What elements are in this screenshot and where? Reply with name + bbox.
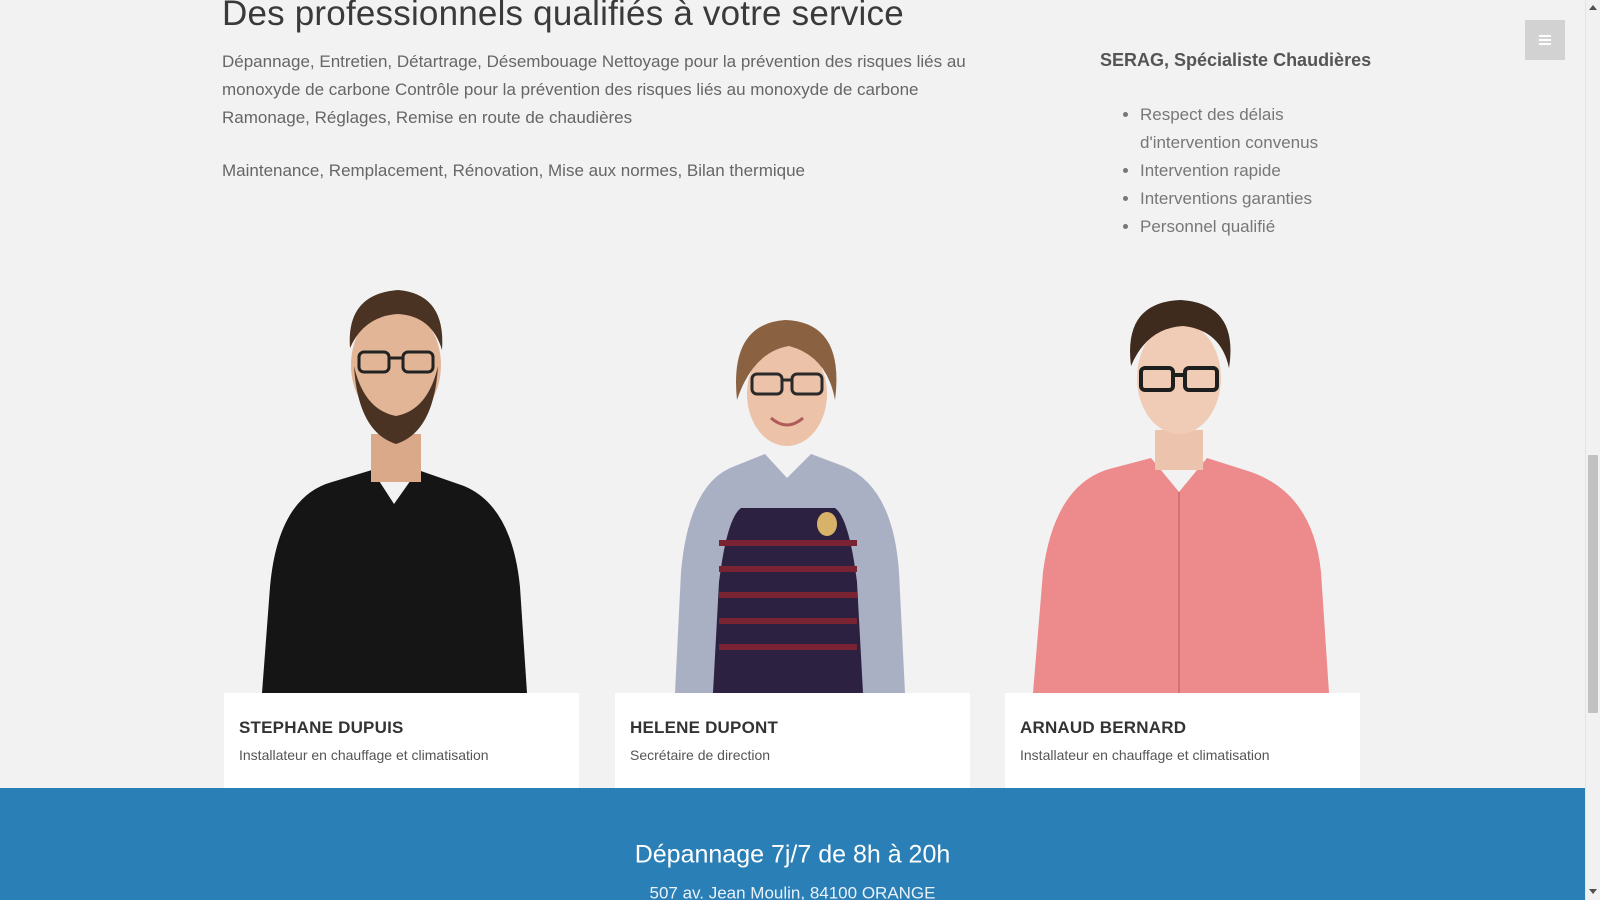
portrait-image <box>262 290 527 693</box>
brooch-shape <box>817 512 837 536</box>
team-card-info: STEPHANE DUPUIS Installateur en chauffag… <box>224 693 579 788</box>
team-member-name: ARNAUD BERNARD <box>1020 718 1187 737</box>
neck-shape <box>1155 430 1203 470</box>
shirt-shape <box>262 470 527 693</box>
page: Des professionnels qualifiés à votre ser… <box>0 0 1600 900</box>
team-member-name: HELENE DUPONT <box>630 718 779 737</box>
portrait-image <box>1033 300 1329 693</box>
team-card-info: ARNAUD BERNARD Installateur en chauffage… <box>1005 693 1360 788</box>
dress-shape <box>713 508 863 693</box>
aside-title: SERAG, Spécialiste Chaudières <box>1100 50 1372 70</box>
shirt-shape <box>1033 458 1329 693</box>
section-title: Des professionnels qualifiés à votre ser… <box>222 0 904 33</box>
footer-title: Dépannage 7j/7 de 8h à 20h <box>634 840 951 869</box>
team-card: HELENE DUPONT Secrétaire de direction <box>613 282 970 788</box>
menu-button[interactable] <box>1525 20 1565 60</box>
team-member-role: Secrétaire de direction <box>630 747 771 763</box>
footer-address: 507 av. Jean Moulin, 84100 ORANGE <box>649 883 936 900</box>
team-photo <box>1003 282 1360 693</box>
scroll-down-arrow-icon[interactable] <box>1589 889 1597 894</box>
scrollbar-thumb[interactable] <box>1588 455 1598 713</box>
team-card-info: HELENE DUPONT Secrétaire de direction <box>615 693 970 788</box>
hamburger-icon <box>1539 35 1551 45</box>
portrait-image <box>675 320 905 693</box>
team-card: STEPHANE DUPUIS Installateur en chauffag… <box>222 282 579 788</box>
feature-item: Intervention rapide <box>1140 157 1370 185</box>
feature-item: Respect des délais d'intervention conven… <box>1140 101 1370 157</box>
services-paragraph: Dépannage, Entretien, Détartrage, Désemb… <box>222 52 966 127</box>
feature-item: Personnel qualifié <box>1140 213 1370 241</box>
vertical-scrollbar[interactable] <box>1585 0 1600 900</box>
features-list: Respect des délais d'intervention conven… <box>1100 101 1370 241</box>
team-card: ARNAUD BERNARD Installateur en chauffage… <box>1003 282 1360 788</box>
scroll-up-arrow-icon[interactable] <box>1589 5 1597 10</box>
feature-item: Interventions garanties <box>1140 185 1370 213</box>
team-photo <box>222 282 579 693</box>
team-photo <box>613 282 970 693</box>
services-paragraph: Maintenance, Remplacement, Rénovation, M… <box>222 161 806 180</box>
team-member-name: STEPHANE DUPUIS <box>239 718 404 737</box>
team-member-role: Installateur en chauffage et climatisati… <box>1020 747 1270 763</box>
team-member-role: Installateur en chauffage et climatisati… <box>239 747 489 763</box>
services-intro: Dépannage, Entretien, Détartrage, Désemb… <box>222 48 982 210</box>
